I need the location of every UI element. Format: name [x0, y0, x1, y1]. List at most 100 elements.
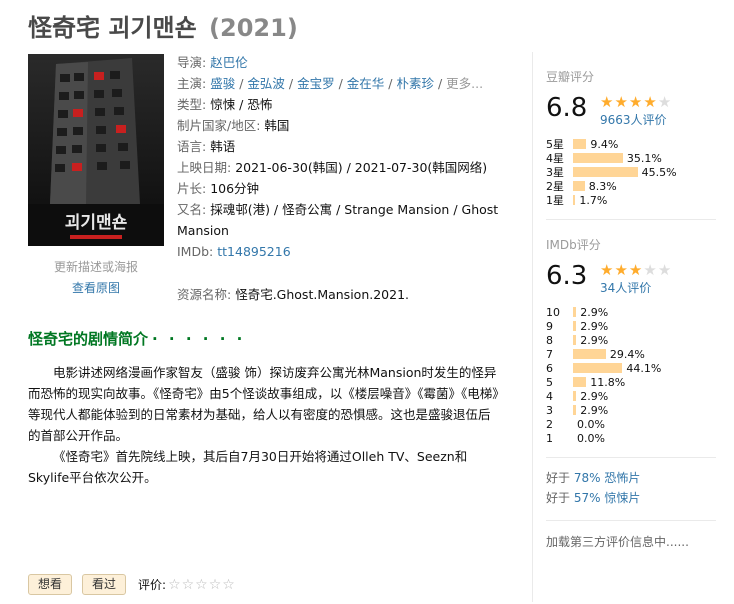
divider [546, 520, 716, 521]
rating-bar-label: 9 [546, 319, 553, 333]
rating-bar-row: 2星 8.3% [546, 179, 716, 194]
rating-bar-percent: 45.5% [641, 165, 677, 179]
douban-score-row: 6.8 ★★★★★ 9663人评价 [546, 91, 716, 129]
cast-separator: / [334, 76, 347, 91]
imdb-stars-icon: ★★★★★ [600, 261, 672, 279]
cast-separator: / [235, 76, 248, 91]
watched-button[interactable]: 看过 [82, 574, 127, 595]
imdb-votes-link[interactable]: 34人评价 [600, 279, 651, 296]
rating-bar [573, 181, 585, 191]
cast-link[interactable]: 金在华 [347, 76, 385, 91]
divider [546, 457, 716, 458]
imdb-distribution: 10 2.9% 9 2.9% 8 2.9% 7 29.4% 6 44.1% 5 11.8% 4 2.9% 3… [546, 305, 716, 445]
star-icon: ★ [628, 93, 644, 111]
view-original-link[interactable]: 查看原图 [28, 278, 164, 299]
better-than-item: 好于 78% 恐怖片 [546, 468, 716, 488]
aka-row: 又名: 採魂邨(港) / 怪奇公寓 / Strange Mansion / Gh… [177, 199, 517, 241]
cast-link[interactable]: 金宝罗 [297, 76, 335, 91]
rating-bar-percent: 2.9% [580, 389, 609, 403]
douban-score: 6.8 [546, 93, 588, 123]
star-icon: ★ [614, 261, 629, 279]
synopsis-title: 怪奇宅的剧情简介 [28, 330, 149, 348]
aka-value: 採魂邨(港) / 怪奇公寓 / Strange Mansion / Ghost … [177, 202, 499, 238]
cast-link[interactable]: 金弘波 [247, 76, 285, 91]
director-label: 导演: [177, 55, 207, 70]
imdb-score: 6.3 [546, 261, 588, 291]
director-row: 导演: 赵巴伦 [177, 52, 517, 73]
douban-stars-icon: ★★★★★ [600, 93, 672, 111]
rating-bar-label: 1 [546, 431, 553, 445]
genre-value: 惊悚 / 恐怖 [210, 97, 273, 112]
rating-bar [573, 167, 638, 177]
star-icon: ★ [600, 261, 615, 279]
rating-bar-label: 10 [546, 305, 560, 319]
language-label: 语言: [177, 139, 207, 154]
rating-bar [573, 307, 577, 317]
page-title: 怪奇宅 괴기맨숀 (2021) [28, 8, 298, 43]
cast-separator: / [284, 76, 298, 91]
language-value: 韩语 [210, 139, 236, 154]
imdb-link[interactable]: tt14895216 [217, 244, 290, 259]
rating-bar-label: 5 [546, 375, 553, 389]
poster-image[interactable]: 괴기맨숀 [28, 54, 164, 246]
rating-bar [573, 321, 577, 331]
country-row: 制片国家/地区: 韩国 [177, 115, 517, 136]
cast-separator: / [384, 76, 397, 91]
rating-bar-row: 4 2.9% [546, 389, 716, 403]
want-to-watch-button[interactable]: 想看 [28, 574, 73, 595]
rating-bar [573, 335, 577, 345]
release-value: 2021-06-30(韩国) / 2021-07-30(韩国网络) [235, 160, 488, 175]
rating-bar-row: 8 2.9% [546, 333, 716, 347]
synopsis-paragraph: 电影讲述网络漫画作家智友（盛骏 饰）探访废弃公寓光林Mansion时发生的怪异而… [28, 365, 499, 443]
better-than-pct-link[interactable]: 78% [574, 471, 601, 485]
rating-bar-row: 7 29.4% [546, 347, 716, 361]
rating-bar-row: 1星 1.7% [546, 193, 716, 208]
star-icon: ★ [614, 93, 629, 111]
aka-label: 又名: [177, 202, 207, 217]
cast-row: 主演: 盛骏 / 金弘波 / 金宝罗 / 金在华 / 朴素珍 / 更多... [177, 73, 517, 94]
rating-bar-row: 3 2.9% [546, 403, 716, 417]
rating-bar-row: 4星 35.1% [546, 151, 716, 166]
rating-bar-percent: 1.7% [579, 193, 608, 207]
better-than-pct-link[interactable]: 57% [574, 491, 601, 505]
synopsis-dots: · · · · · · [152, 330, 246, 348]
rating-bar [573, 349, 606, 359]
better-than-genre-link[interactable]: 恐怖片 [604, 471, 640, 485]
synopsis-heading: 怪奇宅的剧情简介 · · · · · · [28, 328, 245, 349]
rating-bar-row: 2 0.0% [546, 417, 716, 431]
update-poster-link[interactable]: 更新描述或海报 [28, 257, 164, 278]
director-link[interactable]: 赵巴伦 [210, 55, 248, 70]
cast-link[interactable]: 盛骏 [210, 76, 235, 91]
rating-bar-percent: 11.8% [590, 375, 626, 389]
release-row: 上映日期: 2021-06-30(韩国) / 2021-07-30(韩国网络) [177, 157, 517, 178]
movie-info: 导演: 赵巴伦 主演: 盛骏 / 金弘波 / 金宝罗 / 金在华 / 朴素珍 /… [177, 52, 517, 305]
cast-label: 主演: [177, 76, 207, 91]
better-than-list: 好于 78% 恐怖片 好于 57% 惊悚片 [546, 468, 716, 508]
rating-bar-percent: 29.4% [609, 347, 645, 361]
better-than-item: 好于 57% 惊悚片 [546, 488, 716, 508]
rating-bar-percent: 9.4% [590, 137, 619, 151]
better-than-genre-link[interactable]: 惊悚片 [604, 491, 640, 505]
cast-separator: / [433, 76, 447, 91]
rating-bar-row: 5 11.8% [546, 375, 716, 389]
rating-bar-label: 6 [546, 361, 553, 375]
rating-bar [573, 391, 577, 401]
poster-links: 更新描述或海报 查看原图 [28, 257, 164, 299]
rating-bar-row: 5星 9.4% [546, 137, 716, 152]
runtime-label: 片长: [177, 181, 207, 196]
cast-link[interactable]: 朴素珍 [396, 76, 434, 91]
cast-more-link[interactable]: 更多... [446, 76, 483, 91]
rating-bar-row: 1 0.0% [546, 431, 716, 445]
star-icon: ★ [657, 93, 673, 111]
rating-bar-percent: 8.3% [588, 179, 617, 193]
rating-stars-input[interactable]: ☆☆☆☆☆ [168, 577, 236, 593]
sidebar-divider [532, 52, 533, 602]
rating-bar [573, 153, 623, 163]
country-label: 制片国家/地区: [177, 118, 261, 133]
genre-row: 类型: 惊悚 / 恐怖 [177, 94, 517, 115]
douban-votes-link[interactable]: 9663人评价 [600, 111, 667, 128]
douban-rating-label: 豆瓣评分 [546, 70, 595, 84]
rating-bar-row: 10 2.9% [546, 305, 716, 319]
release-label: 上映日期: [177, 160, 232, 175]
rating-bar [573, 363, 623, 373]
